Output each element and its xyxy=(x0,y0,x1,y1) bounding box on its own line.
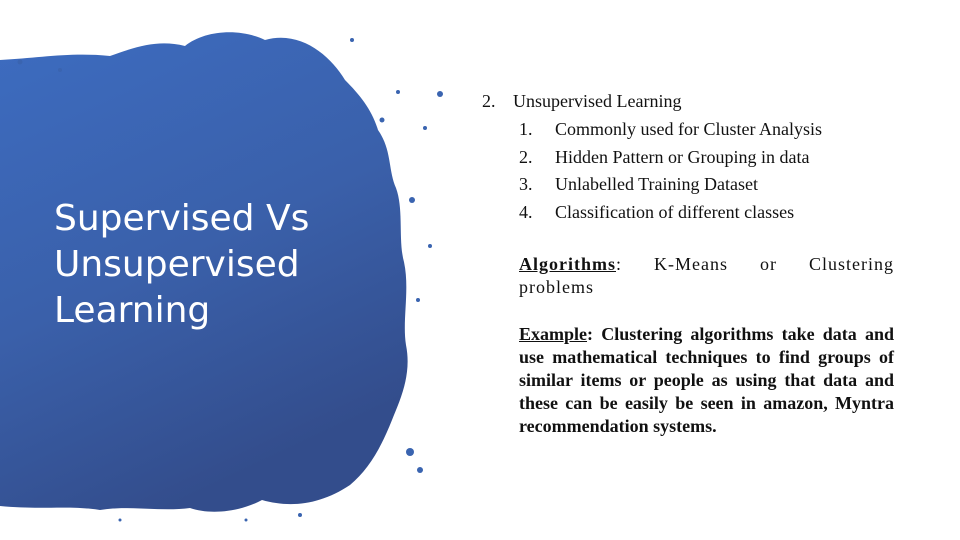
title-line-1: Supervised Vs xyxy=(54,198,310,239)
main-item-text: Unsupervised Learning xyxy=(513,91,682,111)
title-line-3: Learning xyxy=(54,290,211,331)
sub-item-text: Hidden Pattern or Grouping in data xyxy=(555,146,810,167)
main-item-number: 2. xyxy=(482,91,496,111)
slide-title: Supervised Vs Unsupervised Learning xyxy=(54,196,354,334)
slide-content: 2. Unsupervised Learning 1. Commonly used … xyxy=(482,90,894,438)
algorithms-label: Algorithms xyxy=(519,253,616,274)
sub-list-item: 1. Commonly used for Cluster Analysis xyxy=(482,118,894,140)
sub-item-text: Classification of different classes xyxy=(555,201,795,222)
sub-item-text: Unlabelled Training Dataset xyxy=(555,174,758,194)
sub-list-item: 4. Classification of different classes xyxy=(482,201,894,223)
sub-item-text: Commonly used for Cluster Analysis xyxy=(555,119,822,139)
sub-item-number: 1. xyxy=(519,119,533,139)
main-list-item: 2. Unsupervised Learning xyxy=(482,90,894,112)
example-label: Example xyxy=(519,323,588,344)
algorithms-paragraph: Algorithms: K-Means or Clustering proble… xyxy=(519,253,894,299)
slide: Supervised Vs Unsupervised Learning 2. Un… xyxy=(0,0,960,540)
sub-list: 1. Commonly used for Cluster Analysis 2. H… xyxy=(482,118,894,223)
example-paragraph: Example: Clustering algorithms take data… xyxy=(519,323,894,438)
sub-item-number: 2. xyxy=(519,146,533,167)
sub-list-item: 3. Unlabelled Training Dataset xyxy=(482,173,894,195)
sub-item-number: 3. xyxy=(519,174,533,194)
title-line-2: Unsupervised xyxy=(54,244,300,285)
sub-item-number: 4. xyxy=(519,201,533,222)
sub-list-item: 2. Hidden Pattern or Grouping in data xyxy=(482,146,894,168)
